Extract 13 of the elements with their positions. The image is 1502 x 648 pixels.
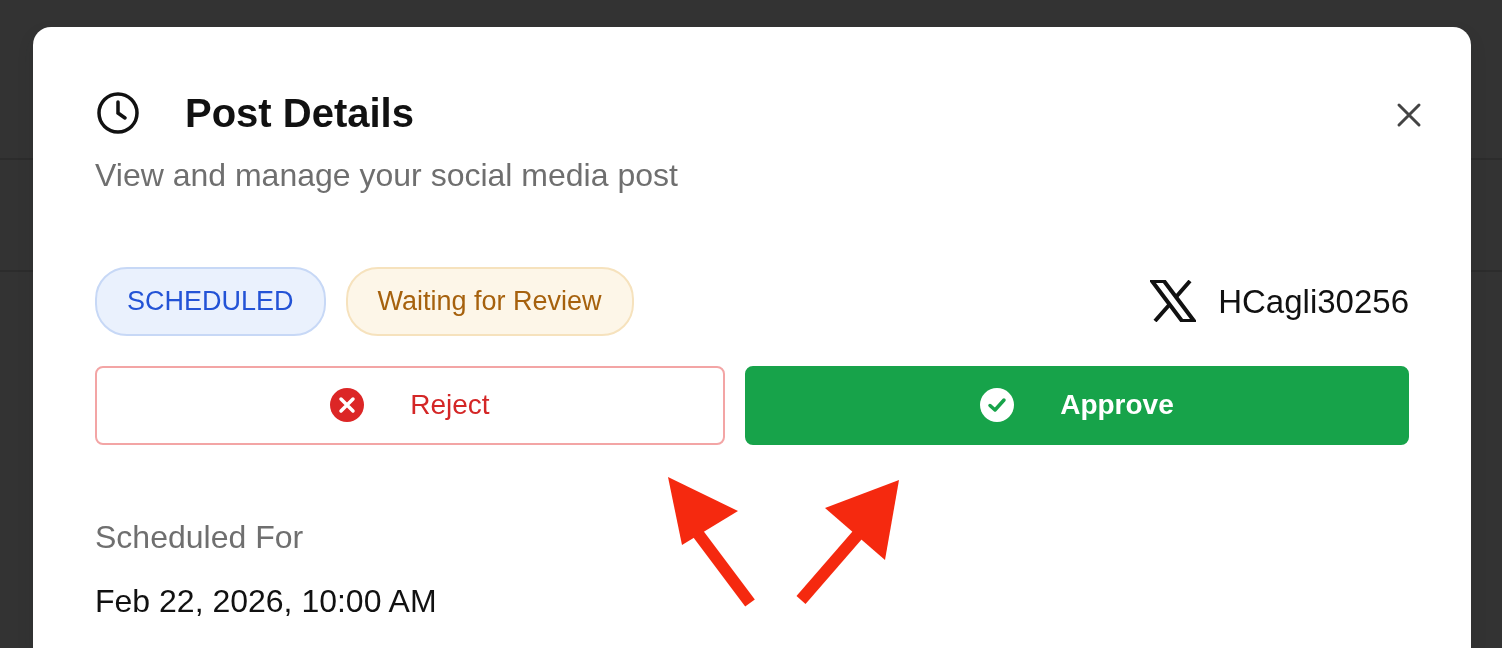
approve-button[interactable]: Approve [744, 365, 1409, 445]
error-icon [330, 388, 365, 422]
status-badge: SCHEDULED [95, 267, 326, 336]
review-badge: Waiting for Review [345, 267, 634, 336]
clock-icon [95, 90, 141, 136]
reject-button[interactable]: Reject [95, 365, 725, 445]
schedule-value: Feb 22, 2026, 10:00 AM [95, 581, 438, 621]
check-circle-icon [980, 388, 1015, 422]
dialog-title: Post Details [185, 90, 414, 137]
account-handle: HCagli30256 [1218, 281, 1409, 322]
schedule-label: Scheduled For [95, 517, 305, 557]
x-logo-icon [1150, 280, 1197, 323]
dialog-subtitle: View and manage your social media post [95, 156, 679, 195]
